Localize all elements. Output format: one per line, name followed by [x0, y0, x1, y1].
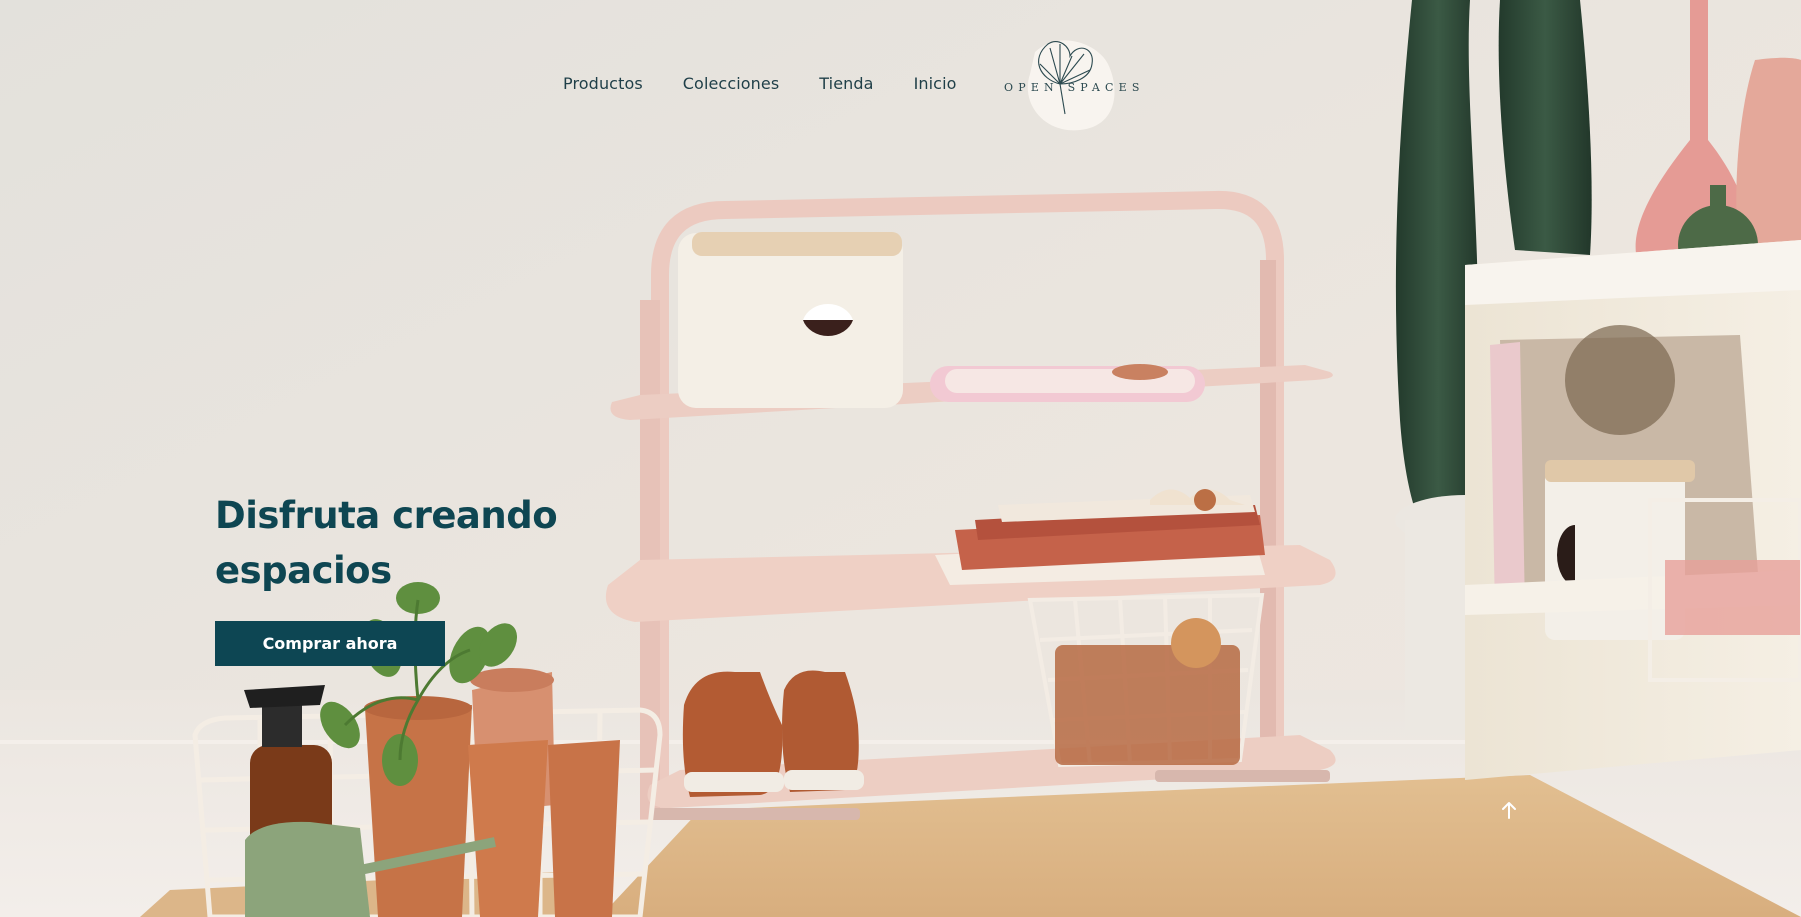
- nav-item-inicio[interactable]: Inicio: [914, 72, 957, 95]
- nav-item-colecciones[interactable]: Colecciones: [683, 72, 780, 95]
- shop-now-button[interactable]: Comprar ahora: [215, 621, 445, 666]
- scroll-to-top-button[interactable]: [1497, 798, 1521, 822]
- main-nav: Productos Colecciones Tienda Inicio: [563, 72, 957, 95]
- arrow-up-icon: [1502, 802, 1516, 819]
- hero-section: Productos Colecciones Tienda Inicio OPEN…: [0, 0, 1801, 917]
- nav-item-productos[interactable]: Productos: [563, 72, 643, 95]
- nav-item-tienda[interactable]: Tienda: [819, 72, 873, 95]
- logo-text: OPEN SPACES: [1004, 81, 1145, 94]
- hero-headline: Disfruta creando espacios: [215, 494, 558, 592]
- hero-background-image: [0, 0, 1801, 917]
- open-spaces-logo[interactable]: OPEN SPACES: [1000, 34, 1145, 134]
